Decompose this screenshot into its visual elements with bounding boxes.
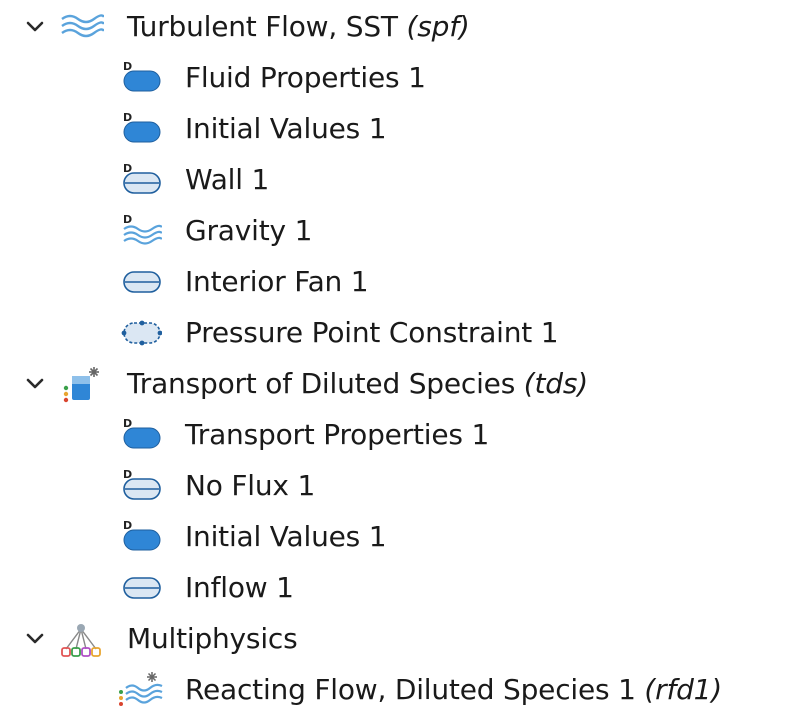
tree-item-label: Inflow 1 [185, 571, 294, 604]
domain-waves-icon: D [118, 211, 164, 251]
tree-item-label: Fluid Properties 1 [185, 61, 426, 94]
reacting-flow-icon [118, 670, 164, 710]
tree-item-label: No Flux 1 [185, 469, 316, 502]
tree-node-label: Multiphysics [127, 622, 298, 655]
tree-item-label: Wall 1 [185, 163, 270, 196]
svg-text:D: D [123, 213, 132, 226]
chevron-down-icon[interactable] [24, 16, 46, 38]
tree-item-label: Interior Fan 1 [185, 265, 369, 298]
tree-item-label: Initial Values 1 [185, 520, 387, 553]
chevron-down-icon[interactable] [24, 373, 46, 395]
boundary-icon [118, 568, 164, 608]
tree-item-label: Initial Values 1 [185, 112, 387, 145]
chevron-down-icon[interactable] [24, 628, 46, 650]
boundary-icon [118, 262, 164, 302]
boundary-default-icon: D [118, 160, 164, 200]
tree-node-label: Transport of Diluted Species (tds) [127, 367, 588, 400]
turbulent-flow-icon [58, 7, 104, 47]
boundary-default-icon: D [118, 466, 164, 506]
tree-item-label: Reacting Flow, Diluted Species 1 (rfd1) [185, 673, 723, 706]
tree-item-label: Transport Properties 1 [185, 418, 490, 451]
domain-blue-icon: D [118, 415, 164, 455]
tree-item-label: Pressure Point Constraint 1 [185, 316, 559, 349]
tree-node-label: Turbulent Flow, SST (spf) [127, 10, 470, 43]
multiphysics-icon [58, 619, 104, 659]
transport-species-icon [58, 364, 104, 404]
tree-item-label: Gravity 1 [185, 214, 313, 247]
domain-blue-icon: D [118, 109, 164, 149]
point-icon [118, 313, 164, 353]
domain-blue-icon: D [118, 517, 164, 557]
model-tree: Turbulent Flow, SST (spf) D Fluid Proper… [0, 0, 794, 708]
domain-blue-icon: D [118, 58, 164, 98]
